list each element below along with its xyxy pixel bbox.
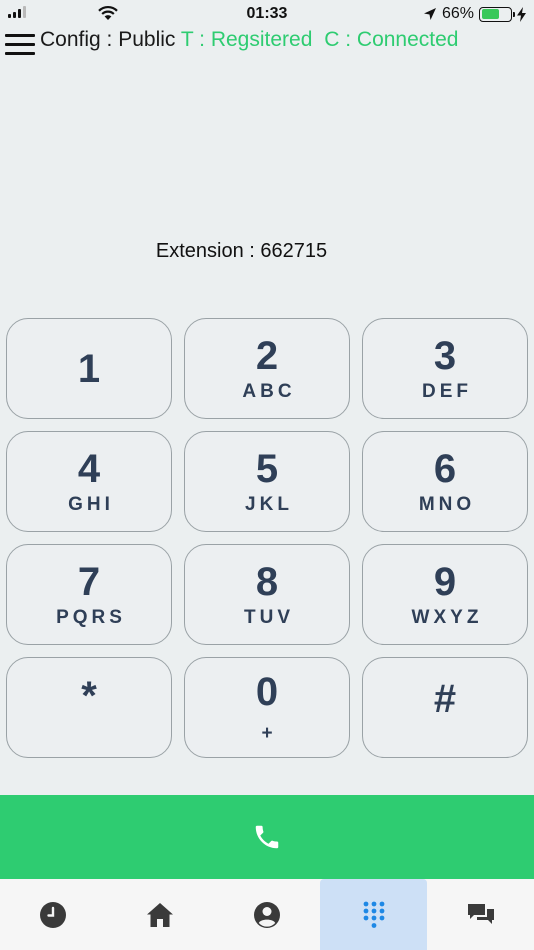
tab-contacts[interactable] [214, 879, 321, 950]
key-letters: + [261, 722, 277, 744]
clock-icon [40, 901, 67, 928]
key-9[interactable]: 9 WXYZ [362, 544, 528, 645]
key-digit: 2 [255, 333, 279, 378]
key-digit: 8 [255, 559, 279, 604]
config-label: Config : Public [40, 28, 176, 51]
key-digit: 9 [433, 559, 457, 604]
bottom-tab-bar [0, 879, 534, 950]
header-status-text: Config : Public T : Regsitered C : Conne… [40, 28, 458, 52]
hamburger-menu-icon[interactable] [5, 34, 35, 58]
key-digit: 1 [77, 346, 101, 391]
key-digit: 6 [433, 446, 457, 491]
key-4[interactable]: 4 GHI [6, 431, 172, 532]
home-icon [147, 902, 174, 927]
battery-fill [481, 9, 499, 19]
key-letters: JKL [245, 493, 293, 515]
connection-status: C : Connected [324, 28, 459, 51]
key-digit: 4 [77, 446, 101, 491]
key-3[interactable]: 3 DEF [362, 318, 528, 419]
key-digit: 0 [255, 669, 279, 714]
key-letters: ABC [242, 380, 296, 402]
call-button[interactable] [0, 795, 534, 879]
tab-home[interactable] [107, 879, 214, 950]
app-header: Config : Public T : Regsitered C : Conne… [0, 28, 534, 62]
dialpad-icon [363, 901, 385, 928]
key-letters: TUV [244, 606, 294, 628]
key-8[interactable]: 8 TUV [184, 544, 350, 645]
key-letters: WXYZ [411, 606, 483, 628]
key-letters: DEF [422, 380, 472, 402]
dialer-screen: 01:33 66% Config : Public T : Regsitered… [0, 0, 534, 950]
tab-history[interactable] [0, 879, 107, 950]
key-star[interactable]: * [6, 657, 172, 758]
key-5[interactable]: 5 JKL [184, 431, 350, 532]
status-right: 66% [423, 5, 526, 23]
status-bar: 01:33 66% [0, 0, 534, 28]
key-6[interactable]: 6 MNO [362, 431, 528, 532]
dial-keypad: 1 2 ABC 3 DEF 4 GHI 5 JKL 6 MNO 7 PQRS 8… [6, 318, 528, 758]
key-2[interactable]: 2 ABC [184, 318, 350, 419]
key-digit: * [81, 673, 97, 718]
charging-bolt-icon [517, 6, 526, 22]
phone-icon [255, 825, 279, 849]
battery-icon [479, 6, 515, 22]
key-letters: MNO [418, 493, 476, 515]
key-letters: PQRS [56, 606, 126, 628]
key-digit: 5 [255, 446, 279, 491]
battery-percent: 66% [441, 5, 474, 22]
transport-status: T : Regsitered [180, 28, 313, 51]
extension-label: Extension : 662715 [155, 240, 328, 262]
key-digit: 3 [433, 333, 457, 378]
key-digit: # [433, 676, 457, 721]
key-digit: 7 [77, 559, 101, 604]
tab-dialpad[interactable] [320, 879, 428, 950]
tab-messages[interactable] [427, 879, 534, 950]
location-arrow-icon [423, 8, 436, 20]
key-0[interactable]: 0 + [184, 657, 350, 758]
user-icon [253, 901, 280, 928]
key-1[interactable]: 1 [6, 318, 172, 419]
key-letters: GHI [68, 493, 114, 515]
chat-icon [467, 903, 494, 924]
key-hash[interactable]: # [362, 657, 528, 758]
key-7[interactable]: 7 PQRS [6, 544, 172, 645]
